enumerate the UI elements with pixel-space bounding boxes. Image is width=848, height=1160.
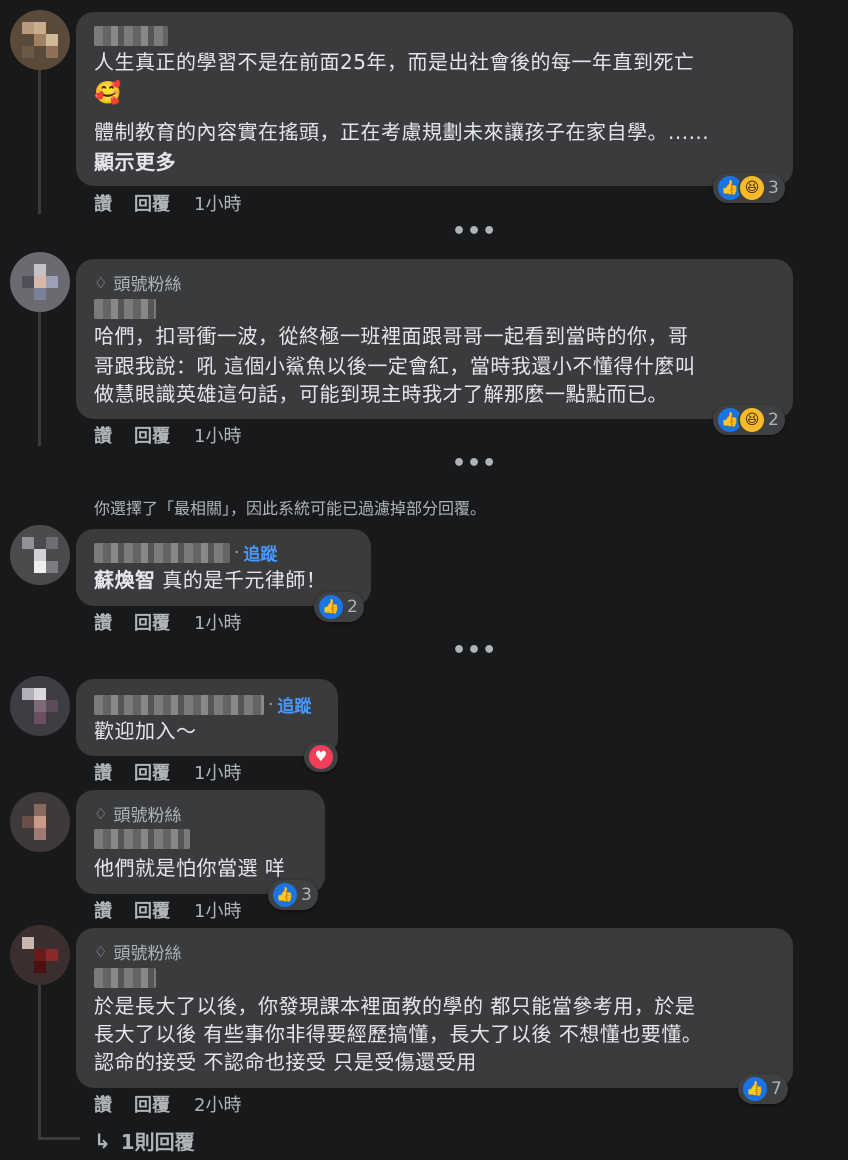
more-options-icon[interactable]: •••: [452, 638, 497, 663]
comment-text: 蘇煥智 真的是千元律師！: [94, 568, 327, 592]
follow-button[interactable]: 追蹤: [277, 692, 311, 717]
love-icon: ♥: [307, 743, 335, 771]
like-icon: 👍: [317, 593, 345, 621]
avatar[interactable]: [10, 676, 70, 736]
comment-actions: 讚 回覆 1小時: [94, 190, 241, 216]
comment-text: 認命的接受 不認命也接受 只是受傷還受用: [94, 1050, 477, 1074]
reply-button[interactable]: 回覆: [134, 422, 170, 448]
reply-button[interactable]: 回覆: [134, 1091, 170, 1117]
top-fan-badge[interactable]: ♢ 頭號粉絲: [94, 939, 181, 965]
avatar[interactable]: [10, 252, 70, 312]
comment-text: 人生真正的學習不是在前面25年，而是出社會後的每一年直到死亡: [94, 50, 695, 74]
like-icon: 👍: [271, 881, 299, 909]
comment-bubble: [76, 12, 793, 186]
comment-text: 哈們，扣哥衝一波，從終極一班裡面跟哥哥一起看到當時的你，哥: [94, 324, 689, 348]
diamond-icon: ♢: [94, 273, 108, 292]
comment-text: 體制教育的內容實在搖頭，正在考慮規劃未來讓孩子在家自學。......: [94, 120, 710, 144]
haha-icon: 😆: [738, 174, 766, 202]
reply-button[interactable]: 回覆: [134, 897, 170, 923]
reaction-summary[interactable]: 👍 3: [268, 880, 318, 910]
comment-text: 他們就是怕你當選 咩: [94, 856, 286, 880]
timestamp[interactable]: 1小時: [194, 897, 241, 923]
comment-actions: 讚 回覆 1小時: [94, 759, 241, 785]
timestamp[interactable]: 1小時: [194, 422, 241, 448]
like-icon: 👍: [741, 1075, 769, 1103]
reply-button[interactable]: 回覆: [134, 190, 170, 216]
comment-actions: 讚 回覆 1小時: [94, 609, 241, 635]
avatar[interactable]: [10, 925, 70, 985]
reaction-summary[interactable]: 👍 😆 3: [713, 173, 785, 203]
reaction-summary[interactable]: 👍 7: [738, 1074, 788, 1104]
reaction-summary[interactable]: 👍 2: [314, 592, 364, 622]
comment-text: 歡迎加入～: [94, 719, 197, 743]
like-button[interactable]: 讚: [94, 759, 112, 785]
avatar[interactable]: [10, 525, 70, 585]
author-name[interactable]: [94, 299, 156, 319]
reply-button[interactable]: 回覆: [134, 759, 170, 785]
reply-button[interactable]: 回覆: [134, 609, 170, 635]
more-options-icon[interactable]: •••: [452, 219, 497, 244]
mention-link[interactable]: 蘇煥智: [94, 568, 156, 592]
follow-button[interactable]: 追蹤: [243, 540, 277, 565]
author-name[interactable]: [94, 694, 264, 715]
author-line: · 追蹤: [94, 692, 311, 717]
reaction-summary[interactable]: 👍 😆 2: [713, 405, 785, 435]
view-replies-link[interactable]: ↳ 1則回覆: [94, 1126, 195, 1155]
view-replies-label: 1則回覆: [120, 1130, 195, 1154]
thread-line: [38, 68, 41, 214]
reaction-count: 7: [771, 1079, 782, 1099]
filter-notice: 你選擇了「最相關」，因此系統可能已過濾掉部分回覆。: [94, 499, 487, 518]
reaction-count: 2: [768, 410, 779, 430]
top-fan-badge[interactable]: ♢ 頭號粉絲: [94, 270, 181, 296]
comment-actions: 讚 回覆 1小時: [94, 422, 241, 448]
see-more-link[interactable]: 顯示更多: [94, 146, 176, 178]
reaction-count: 2: [347, 597, 358, 617]
diamond-icon: ♢: [94, 804, 108, 823]
like-button[interactable]: 讚: [94, 609, 112, 635]
avatar[interactable]: [10, 10, 70, 70]
top-fan-badge[interactable]: ♢ 頭號粉絲: [94, 801, 181, 827]
thread-line: [38, 312, 41, 446]
author-name[interactable]: [94, 542, 230, 563]
thread-line-branch: [38, 1137, 80, 1140]
like-button[interactable]: 讚: [94, 1091, 112, 1117]
avatar[interactable]: [10, 792, 70, 852]
reply-arrow-icon: ↳: [94, 1128, 111, 1153]
comment-actions: 讚 回覆 2小時: [94, 1091, 241, 1117]
like-button[interactable]: 讚: [94, 190, 112, 216]
more-options-icon[interactable]: •••: [452, 451, 497, 476]
comment-text: 做慧眼識英雄這句話，可能到現主時我才了解那麼一點點而已。: [94, 382, 668, 406]
author-name[interactable]: [94, 968, 156, 988]
like-button[interactable]: 讚: [94, 422, 112, 448]
like-button[interactable]: 讚: [94, 897, 112, 923]
author-name[interactable]: [94, 829, 190, 849]
author-line: · 追蹤: [94, 540, 277, 565]
timestamp[interactable]: 1小時: [194, 190, 241, 216]
smiling-hearts-emoji: 🥰: [94, 81, 122, 106]
timestamp[interactable]: 1小時: [194, 609, 241, 635]
comment-actions: 讚 回覆 1小時: [94, 897, 241, 923]
timestamp[interactable]: 2小時: [194, 1091, 241, 1117]
haha-icon: 😆: [738, 406, 766, 434]
diamond-icon: ♢: [94, 942, 108, 961]
reaction-count: 3: [301, 885, 312, 905]
timestamp[interactable]: 1小時: [194, 759, 241, 785]
reaction-count: 3: [768, 178, 779, 198]
author-name[interactable]: [94, 26, 168, 46]
reaction-summary[interactable]: ♥: [304, 742, 338, 772]
